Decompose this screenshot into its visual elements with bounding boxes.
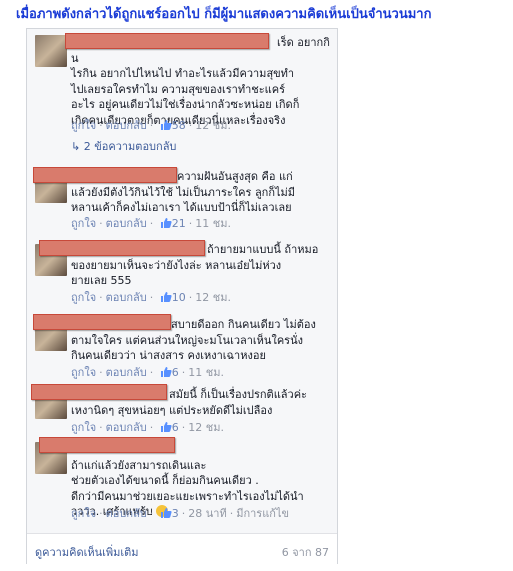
edited-link[interactable]: มีการแก้ไข	[236, 507, 289, 520]
comment-actions: ถูกใจ · ตอบกลับ · 21 · 11 ชม.	[71, 217, 231, 230]
view-replies-link[interactable]: ↳ 2 ข้อความตอบกลับ	[71, 140, 176, 154]
comments-card: เร็ด อยากกิน ไรกิน อยากไปไหนไป ทำอะไรแล้…	[26, 28, 338, 564]
comment-text: เร็ด อยากกิน ไรกิน อยากไปไหนไป ทำอะไรแล้…	[71, 36, 330, 127]
comment-time[interactable]: 12 ชม.	[195, 119, 231, 132]
like-link[interactable]: ถูกใจ	[71, 507, 96, 520]
comment-time[interactable]: 28 นาที	[188, 507, 226, 520]
reply-link[interactable]: ตอบกลับ	[106, 217, 147, 230]
reply-link[interactable]: ตอบกลับ	[106, 421, 147, 434]
thumbs-up-icon	[160, 292, 172, 302]
thumbs-up-icon	[160, 218, 172, 228]
reply-link[interactable]: ตอบกลับ	[106, 291, 147, 304]
headline: เมื่อภาพดังกล่าวได้ถูกแชร์ออกไป ก็มีผู้ม…	[16, 7, 432, 22]
avatar[interactable]	[35, 35, 67, 67]
reply-link[interactable]: ตอบกลับ	[106, 119, 147, 132]
comment-time[interactable]: 11 ชม.	[188, 366, 224, 379]
reply-link[interactable]: ตอบกลับ	[106, 507, 147, 520]
comment-actions: ถูกใจ · ตอบกลับ · 10 · 12 ชม.	[71, 291, 231, 304]
thumbs-up-icon	[160, 367, 172, 377]
like-count[interactable]: 21	[172, 217, 186, 230]
comment-text: สบายดีออก กินคนเดียว ไม่ต้อง ตามใจใคร แต…	[71, 318, 316, 362]
thumbs-up-icon	[160, 422, 172, 432]
reply-arrow-icon: ↳	[71, 140, 81, 153]
thumbs-up-icon	[160, 120, 172, 130]
like-count[interactable]: 10	[172, 291, 186, 304]
comment-actions: ถูกใจ · ตอบกลับ · 6 · 12 ชม.	[71, 421, 224, 434]
comment-text: ถ้ายายมาแบบนี้ ถ้าหมอ ของยายมาเห็นจะว่าย…	[71, 243, 319, 287]
comment-time[interactable]: 12 ชม.	[188, 421, 224, 434]
comment-actions: ถูกใจ · ตอบกลับ · 3 · 28 นาที · มีการแก้ไข	[71, 507, 290, 520]
like-link[interactable]: ถูกใจ	[71, 217, 96, 230]
like-count[interactable]: 6	[172, 366, 179, 379]
view-more-comments-link[interactable]: ดูความคิดเห็นเพิ่มเติม	[35, 543, 139, 561]
like-count[interactable]: 6	[172, 421, 179, 434]
like-link[interactable]: ถูกใจ	[71, 119, 96, 132]
reply-link[interactable]: ตอบกลับ	[106, 366, 147, 379]
comment-actions: ถูกใจ · ตอบกลับ · 6 · 11 ชม.	[71, 366, 224, 379]
like-link[interactable]: ถูกใจ	[71, 366, 96, 379]
comment-text: สมัยนี้ ก็เป็นเรื่องปรกติแล้วค่ะ เหงานิด…	[71, 388, 307, 417]
comment-actions: ถูกใจ · ตอบกลับ · 58 · 12 ชม.	[71, 119, 231, 132]
comments-footer: ดูความคิดเห็นเพิ่มเติม 6 จาก 87	[27, 533, 337, 564]
comment-time[interactable]: 12 ชม.	[195, 291, 231, 304]
thumbs-up-icon	[160, 508, 172, 518]
comment-text: ความฝันอันสูงสุด คือ แก่ แล้วยังมีตังไว้…	[71, 170, 296, 214]
like-count[interactable]: 3	[172, 507, 179, 520]
comment-time[interactable]: 11 ชม.	[195, 217, 231, 230]
like-count[interactable]: 58	[172, 119, 186, 132]
comment-pager: 6 จาก 87	[281, 546, 329, 559]
like-link[interactable]: ถูกใจ	[71, 291, 96, 304]
comments-list: เร็ด อยากกิน ไรกิน อยากไปไหนไป ทำอะไรแล้…	[27, 29, 337, 533]
like-link[interactable]: ถูกใจ	[71, 421, 96, 434]
